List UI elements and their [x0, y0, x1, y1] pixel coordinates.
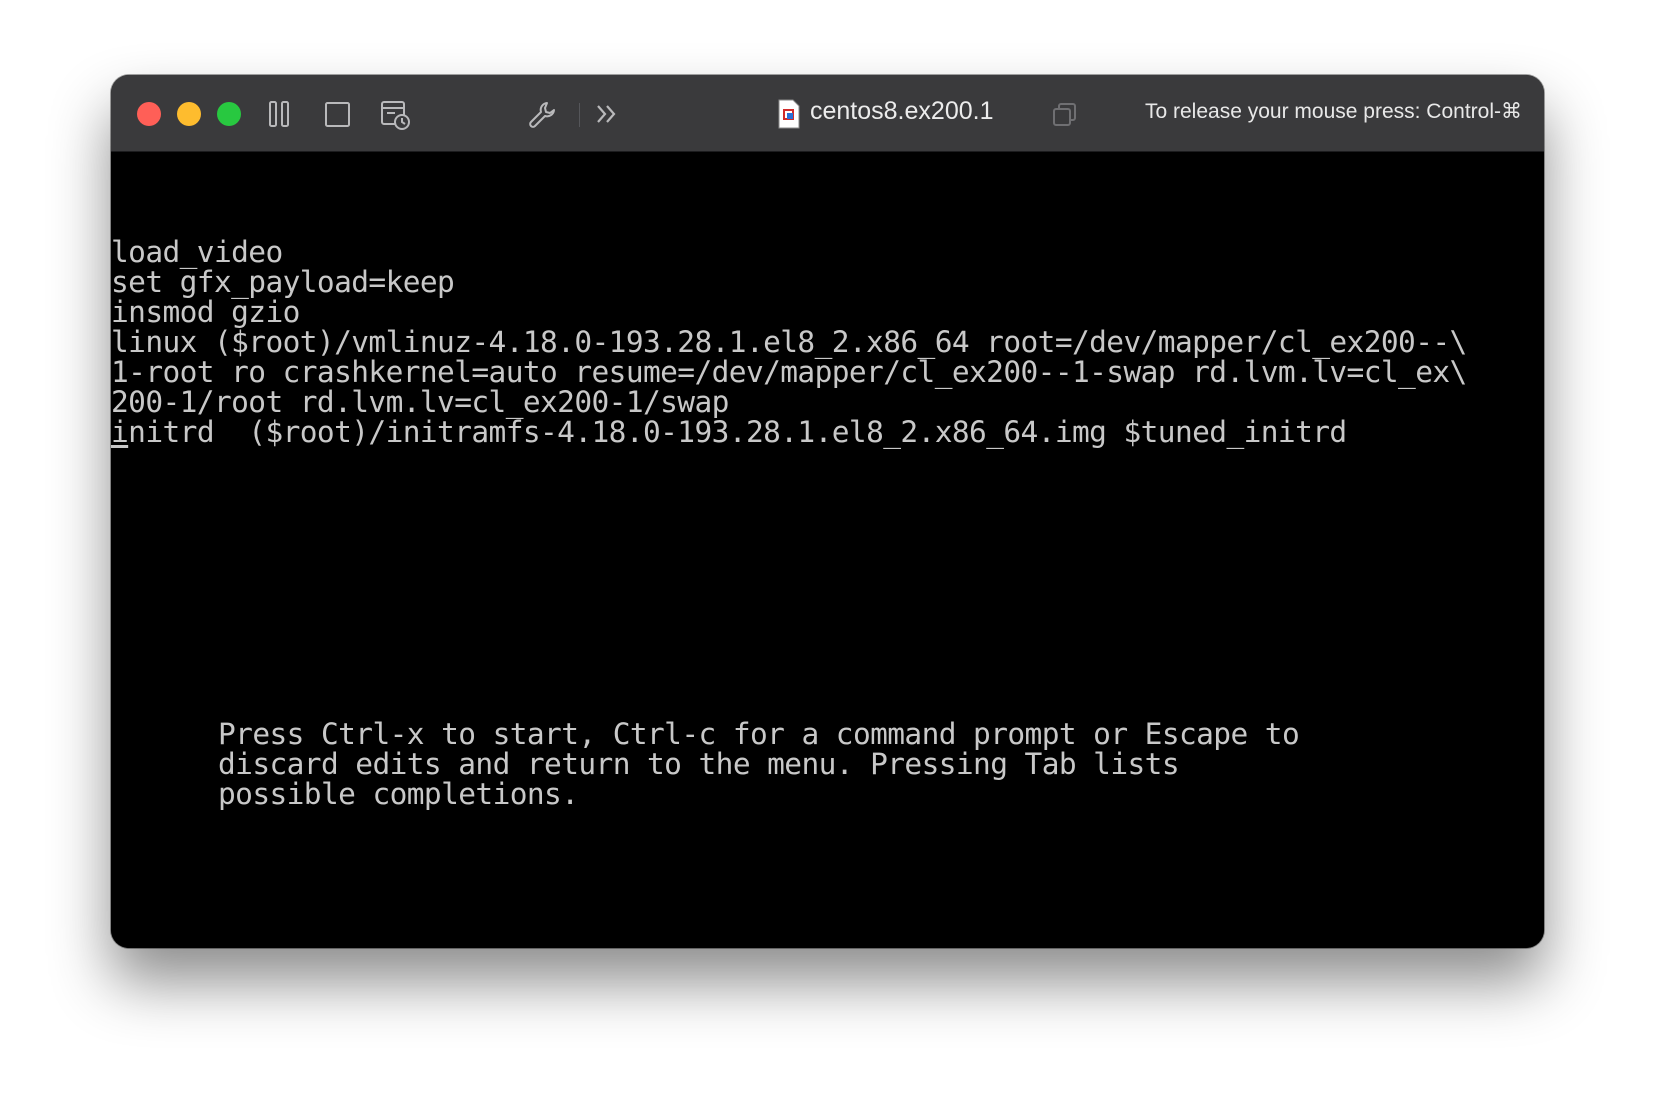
- more-chevrons-icon[interactable]: [593, 99, 621, 129]
- console-line-text: nitrd ($root)/initramfs-4.18.0-193.28.1.…: [128, 415, 1347, 449]
- console-line-cursor: initrd ($root)/initramfs-4.18.0-193.28.1…: [111, 416, 1347, 448]
- help-text-line: discard edits and return to the menu. Pr…: [218, 747, 1180, 781]
- vm-window: centos8.ex200.1 To release your mouse pr…: [111, 75, 1544, 948]
- window-title: centos8.ex200.1: [810, 97, 994, 125]
- grub-editor-console[interactable]: load_video set gfx_payload=keep insmod g…: [111, 152, 1544, 948]
- zoom-button[interactable]: [217, 102, 241, 126]
- console-line: load_video: [111, 235, 283, 269]
- minimize-button[interactable]: [177, 102, 201, 126]
- console-line: 200-1/root rd.lvm.lv=cl_ex200-1/swap: [111, 385, 729, 419]
- pause-icon[interactable]: [267, 99, 293, 129]
- snapshot-icon[interactable]: [379, 99, 413, 130]
- console-line: set gfx_payload=keep: [111, 265, 455, 299]
- settings-wrench-icon[interactable]: [527, 99, 559, 129]
- stop-icon[interactable]: [323, 99, 353, 129]
- mouse-release-hint: To release your mouse press: Control-⌘: [1145, 100, 1522, 123]
- console-line: 1-root ro crashkernel=auto resume=/dev/m…: [111, 355, 1467, 389]
- title-bar[interactable]: centos8.ex200.1 To release your mouse pr…: [111, 75, 1544, 152]
- text-cursor: i: [111, 415, 129, 449]
- console-line: linux ($root)/vmlinuz-4.18.0-193.28.1.el…: [111, 325, 1467, 359]
- close-button[interactable]: [137, 102, 161, 126]
- toolbar-divider: [579, 103, 580, 127]
- copy-window-icon[interactable]: [1051, 101, 1079, 134]
- help-text-line: possible completions.: [218, 777, 579, 811]
- console-line: insmod gzio: [111, 295, 300, 329]
- vm-file-icon: [777, 99, 801, 134]
- help-text-line: Press Ctrl-x to start, Ctrl-c for a comm…: [218, 717, 1300, 751]
